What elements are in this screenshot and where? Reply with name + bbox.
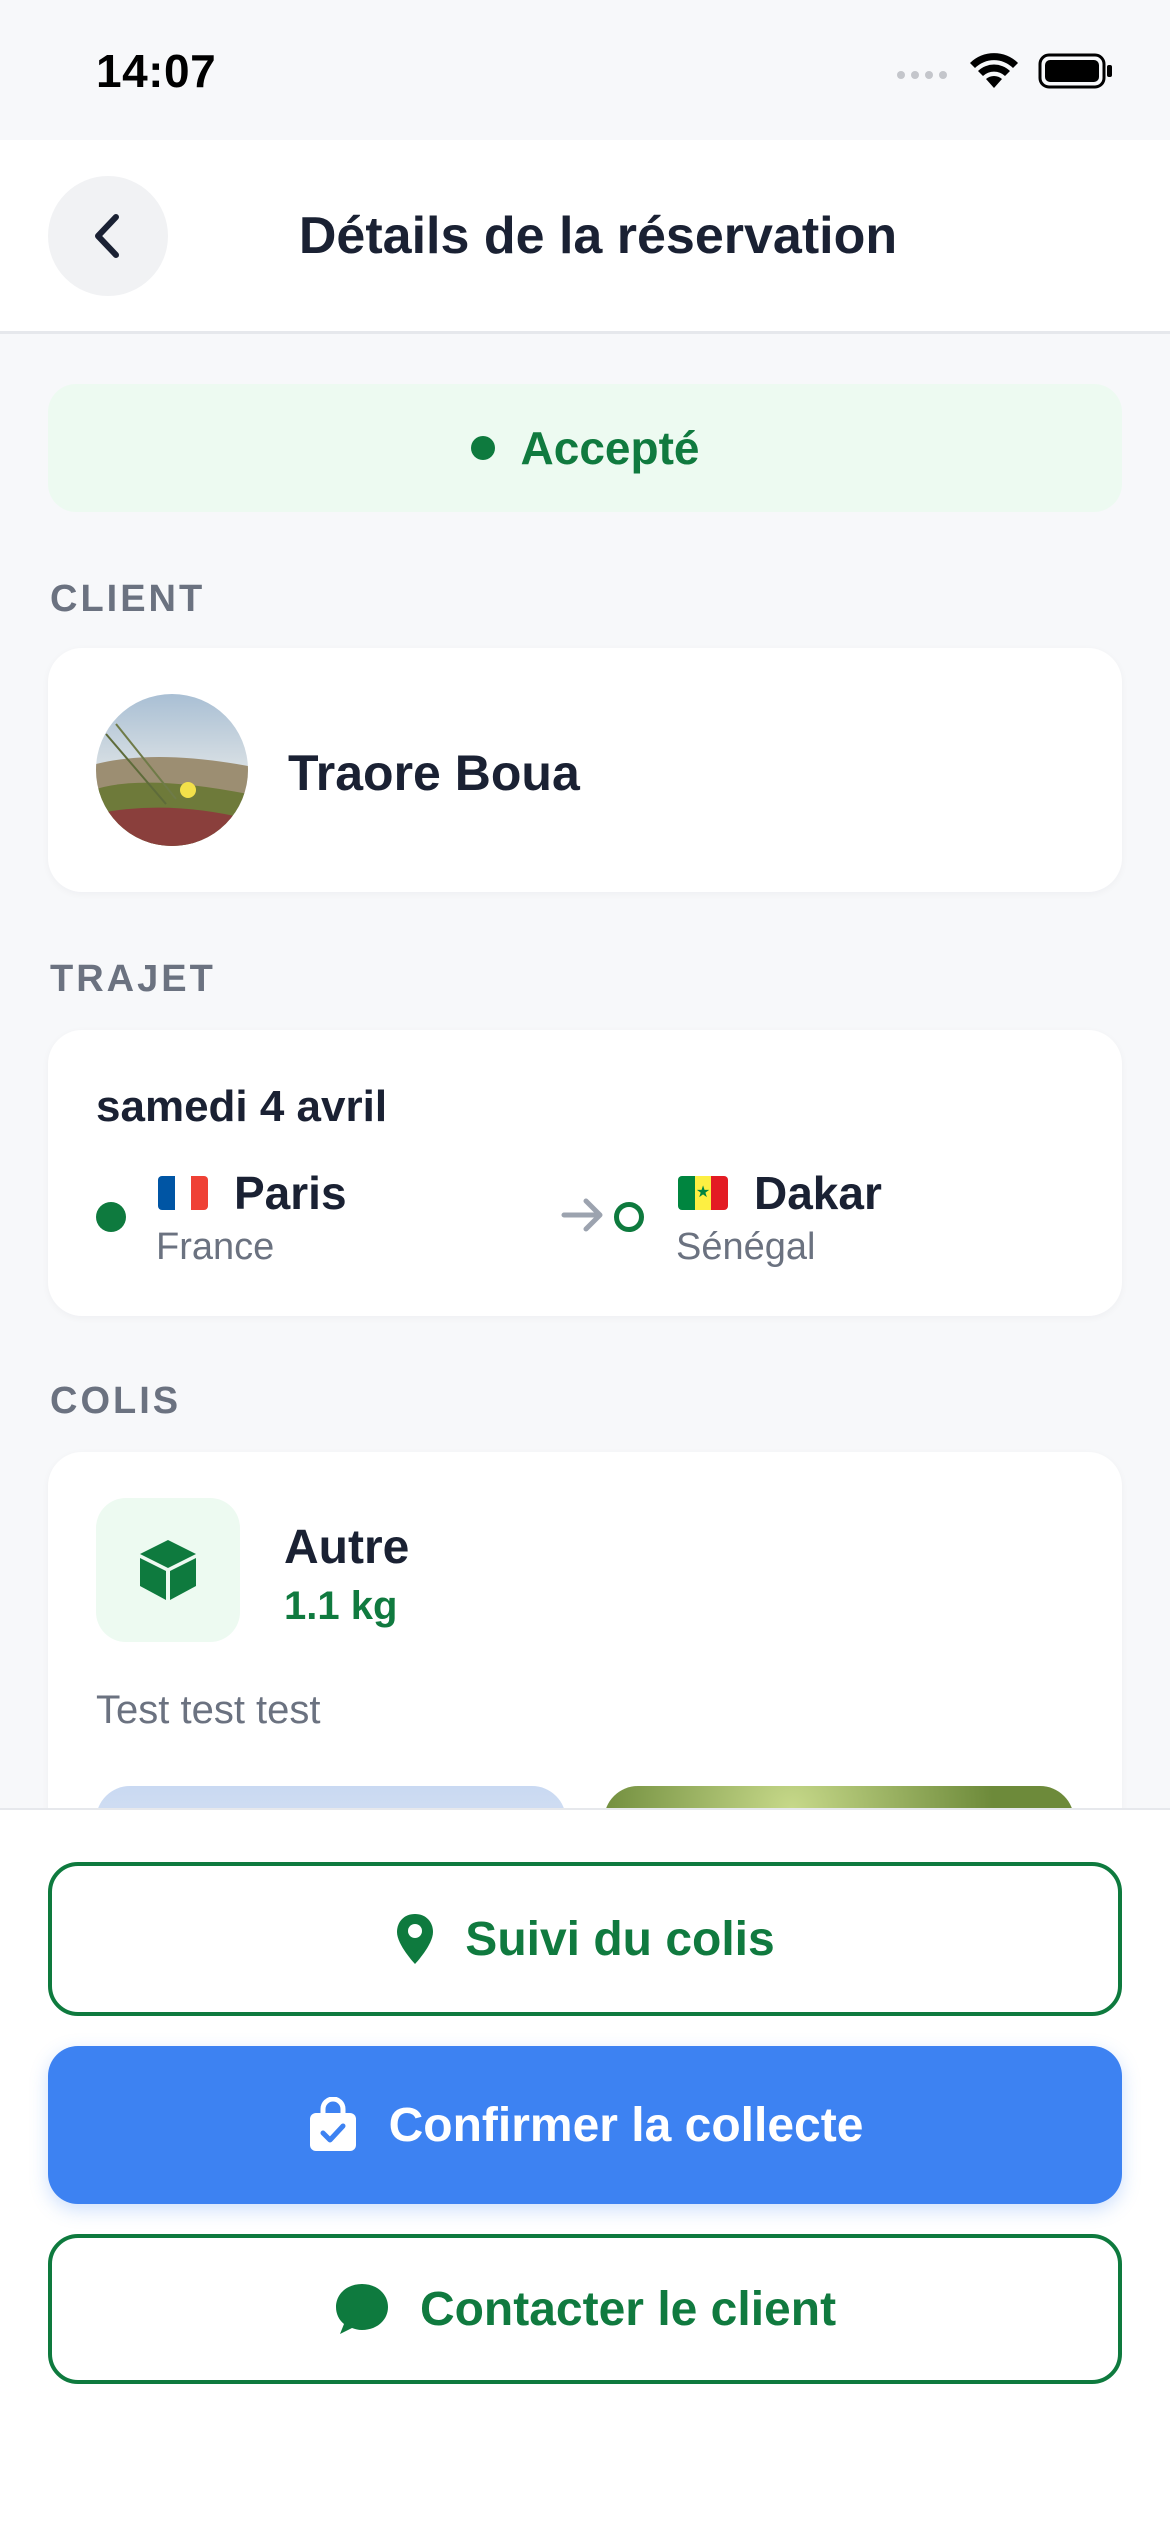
shopping-bag-check-icon: [309, 2097, 356, 2151]
reservation-status-badge: Accepté: [48, 384, 1122, 512]
client-name: Traore Boua: [288, 745, 580, 801]
flag-senegal-icon: ★: [678, 1176, 728, 1210]
confirm-pickup-label: Confirmer la collecte: [388, 2098, 864, 2152]
avatar: [96, 694, 248, 846]
trip-card: samedi 4 avril Paris France ★ Dakar Séné…: [48, 1030, 1122, 1316]
wifi-icon: [970, 53, 1018, 88]
status-label: Accepté: [520, 422, 700, 474]
package-type: Autre: [284, 1521, 410, 1574]
header: Détails de la réservation: [0, 140, 1170, 334]
status-bar: 14:07: [0, 0, 1170, 140]
destination-dot-icon: [614, 1202, 644, 1232]
flag-france-icon: [158, 1176, 208, 1210]
client-section-label: CLIENT: [50, 578, 206, 620]
destination-country: Sénégal: [676, 1226, 816, 1268]
cube-icon: [140, 1540, 196, 1600]
track-package-button[interactable]: Suivi du colis: [48, 1862, 1122, 2016]
contact-client-button[interactable]: Contacter le client: [48, 2234, 1122, 2384]
status-time: 14:07: [96, 45, 217, 97]
trip-section-label: TRAJET: [50, 958, 216, 1000]
package-section-label: COLIS: [50, 1380, 182, 1422]
trip-date: samedi 4 avril: [96, 1082, 388, 1131]
battery-icon: [1038, 53, 1112, 89]
map-pin-icon: [397, 1914, 434, 1964]
track-package-label: Suivi du colis: [465, 1912, 775, 1966]
confirm-pickup-button[interactable]: Confirmer la collecte: [48, 2046, 1122, 2204]
cellular-signal-icon: [897, 71, 947, 79]
chat-bubble-icon: [335, 2284, 388, 2334]
page-title: Détails de la réservation: [298, 207, 898, 265]
status-dot-icon: [470, 436, 495, 460]
origin-city: Paris: [234, 1167, 347, 1219]
origin-dot-icon: [96, 1202, 126, 1232]
package-card: Autre 1.1 kg Test test test: [48, 1452, 1122, 1866]
client-card[interactable]: Traore Boua: [48, 648, 1122, 892]
arrow-right-icon: [561, 1198, 603, 1232]
destination-city: Dakar: [754, 1167, 882, 1219]
action-panel: Suivi du colis Confirmer la collecte Con…: [0, 1808, 1170, 2532]
origin-country: France: [156, 1226, 275, 1268]
contact-client-label: Contacter le client: [419, 2282, 837, 2336]
package-weight: 1.1 kg: [284, 1584, 398, 1628]
status-icons: [896, 52, 1114, 90]
package-description: Test test test: [96, 1688, 321, 1732]
package-icon-box: [96, 1498, 240, 1642]
